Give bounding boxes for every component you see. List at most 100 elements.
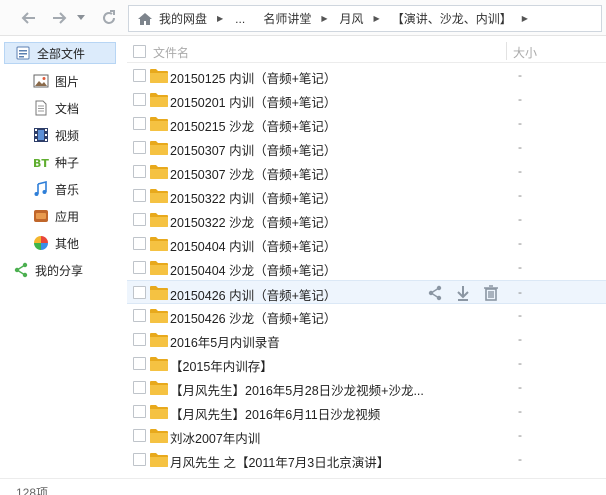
table-row[interactable]: 20150404 沙龙（音频+笔记） - [127,256,606,280]
all-files-icon [15,45,31,61]
breadcrumb-item[interactable]: 【演讲、沙龙、内训】 [392,10,512,27]
file-size: - [518,212,522,226]
file-size: - [518,188,522,202]
home-icon[interactable] [137,11,153,27]
table-row[interactable]: 20150307 沙龙（音频+笔记） - [127,160,606,184]
file-size: - [518,452,522,466]
sidebar-item-apps[interactable]: 应用 [33,205,79,227]
file-size: - [518,428,522,442]
folder-icon [150,332,168,347]
sidebar-item-label: 音乐 [55,182,80,197]
file-name[interactable]: 2016年5月内训录音 [170,332,280,351]
file-name[interactable]: 20150201 内训（音频+笔记） [170,92,336,111]
column-divider[interactable] [506,42,507,60]
folder-icon [150,140,168,155]
table-row[interactable]: 【月风先生】2016年6月11日沙龙视频 - [127,400,606,424]
table-row[interactable]: 月风先生 之【2011年7月3日北京演讲】 - [127,448,606,472]
sidebar-item-images[interactable]: 图片 [33,70,79,92]
select-all-checkbox[interactable] [133,45,146,58]
table-row[interactable]: 20150322 沙龙（音频+笔记） - [127,208,606,232]
download-icon[interactable] [454,284,472,302]
row-checkbox[interactable] [133,165,146,178]
column-header-size[interactable]: 大小 [513,44,537,61]
row-checkbox[interactable] [133,453,146,466]
folder-icon [150,308,168,323]
table-row[interactable]: 20150322 内训（音频+笔记） - [127,184,606,208]
file-name[interactable]: 月风先生 之【2011年7月3日北京演讲】 [170,452,389,471]
sidebar: 全部文件 图片 文档 视频 BT 种子 音乐 应用 其他 我的分享 [0,37,118,477]
table-row[interactable]: 20150215 沙龙（音频+笔记） - [127,112,606,136]
row-checkbox[interactable] [133,333,146,346]
file-name[interactable]: 【月风先生】2016年5月28日沙龙视频+沙龙... [170,380,424,399]
row-checkbox[interactable] [133,213,146,226]
folder-icon [150,236,168,251]
table-row[interactable]: 刘冰2007年内训 - [127,424,606,448]
file-name[interactable]: 【2015年内训存】 [170,356,273,375]
sidebar-item-label: 其他 [55,236,80,251]
row-checkbox[interactable] [133,286,146,299]
delete-icon[interactable] [482,284,500,302]
breadcrumb-item[interactable]: 我的网盘 [159,10,207,27]
row-checkbox[interactable] [133,405,146,418]
file-name[interactable]: 刘冰2007年内训 [170,428,260,447]
file-name[interactable]: 【月风先生】2016年6月11日沙龙视频 [170,404,380,423]
row-checkbox[interactable] [133,141,146,154]
music-icon [33,181,49,197]
file-name[interactable]: 20150322 沙龙（音频+笔记） [170,212,336,231]
table-row[interactable]: 20150404 内训（音频+笔记） - [127,232,606,256]
sidebar-item-other[interactable]: 其他 [33,232,79,254]
folder-icon [150,68,168,83]
table-row[interactable]: 20150307 内训（音频+笔记） - [127,136,606,160]
row-checkbox[interactable] [133,93,146,106]
folder-icon [150,164,168,179]
status-bar: 128项 [0,478,606,495]
forward-arrow-icon[interactable] [48,7,70,29]
file-name[interactable]: 20150307 内训（音频+笔记） [170,140,336,159]
history-dropdown-icon[interactable] [74,7,88,29]
file-name[interactable]: 20150307 沙龙（音频+笔记） [170,164,336,183]
breadcrumb-separator-icon[interactable]: ▶ [522,14,528,23]
row-checkbox[interactable] [133,381,146,394]
row-checkbox[interactable] [133,69,146,82]
row-checkbox[interactable] [133,309,146,322]
file-name[interactable]: 20150322 内训（音频+笔记） [170,188,336,207]
row-checkbox[interactable] [133,117,146,130]
file-name[interactable]: 20150215 沙龙（音频+笔记） [170,116,336,135]
table-row[interactable]: 20150125 内训（音频+笔记） - [127,64,606,88]
table-row[interactable]: 2016年5月内训录音 - [127,328,606,352]
table-row[interactable]: 【月风先生】2016年5月28日沙龙视频+沙龙... - [127,376,606,400]
file-name[interactable]: 20150404 内训（音频+笔记） [170,236,336,255]
breadcrumb-item[interactable]: ... [235,12,245,26]
sidebar-item-label: 文档 [55,101,80,116]
file-size: - [518,285,522,299]
sidebar-item-label: 视频 [55,128,80,143]
file-name[interactable]: 20150426 内训（音频+笔记） [170,285,336,304]
row-checkbox[interactable] [133,237,146,250]
table-row[interactable]: 【2015年内训存】 - [127,352,606,376]
sidebar-item-music[interactable]: 音乐 [33,178,79,200]
sidebar-item-videos[interactable]: 视频 [33,124,79,146]
refresh-icon[interactable] [98,7,120,29]
row-checkbox[interactable] [133,261,146,274]
row-checkbox[interactable] [133,357,146,370]
table-row[interactable]: 20150426 内训（音频+笔记） - [127,280,606,304]
sidebar-item-all-files[interactable]: 全部文件 [4,42,116,64]
sidebar-item-my-share[interactable]: 我的分享 [13,259,83,281]
file-name[interactable]: 20150426 沙龙（音频+笔记） [170,308,336,327]
sidebar-item-documents[interactable]: 文档 [33,97,79,119]
back-arrow-icon[interactable] [18,7,40,29]
file-name[interactable]: 20150404 沙龙（音频+笔记） [170,260,336,279]
row-checkbox[interactable] [133,429,146,442]
sidebar-item-torrents[interactable]: BT 种子 [33,151,79,173]
breadcrumb-item[interactable]: 名师讲堂 [263,10,311,27]
column-header-name[interactable]: 文件名 [153,44,189,61]
file-name[interactable]: 20150125 内训（音频+笔记） [170,68,336,87]
sidebar-item-label: 应用 [55,209,80,224]
table-row[interactable]: 20150201 内训（音频+笔记） - [127,88,606,112]
folder-icon [150,285,168,300]
table-row[interactable]: 20150426 沙龙（音频+笔记） - [127,304,606,328]
folder-icon [150,212,168,227]
breadcrumb-item[interactable]: 月风 [340,10,364,27]
row-checkbox[interactable] [133,189,146,202]
share-icon[interactable] [426,284,444,302]
